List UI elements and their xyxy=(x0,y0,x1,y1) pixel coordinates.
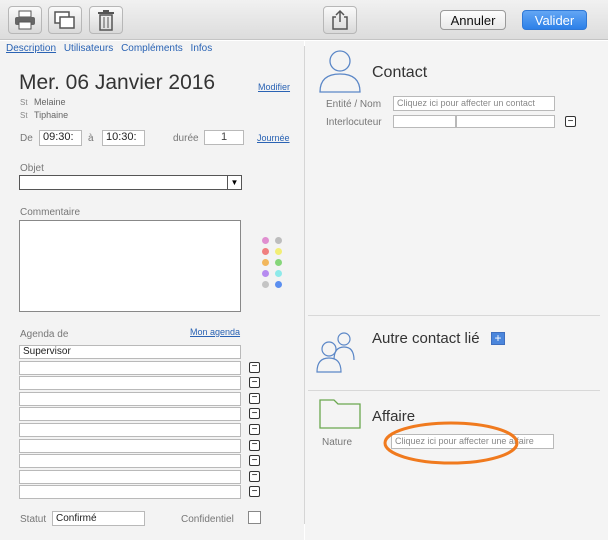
color-swatch[interactable] xyxy=(262,237,269,244)
chevron-down-icon[interactable]: ▼ xyxy=(227,176,241,189)
color-swatch[interactable] xyxy=(275,237,282,244)
delete-button[interactable] xyxy=(89,6,123,34)
minus-icon[interactable]: − xyxy=(249,486,260,498)
status-field[interactable]: Confirmé xyxy=(52,511,145,526)
tab-complements[interactable]: Compléments xyxy=(121,43,183,54)
comment-textarea[interactable] xyxy=(19,220,241,312)
day-link[interactable]: Journée xyxy=(257,133,290,143)
minus-icon[interactable]: − xyxy=(249,470,260,482)
agenda-row[interactable] xyxy=(19,360,241,375)
color-swatch[interactable] xyxy=(262,248,269,255)
object-label: Objet xyxy=(20,163,44,174)
agenda-row[interactable] xyxy=(19,423,241,437)
end-time-field[interactable]: 10:30: xyxy=(102,130,145,146)
highlight-ellipse xyxy=(383,421,519,465)
minus-icon[interactable]: − xyxy=(249,392,260,404)
section-divider xyxy=(308,315,600,316)
interlocutor-field-detail[interactable] xyxy=(456,115,555,128)
printer-icon xyxy=(15,10,35,30)
toolbar: Annuler Valider xyxy=(0,0,608,40)
participant-name: Tiphaine xyxy=(34,110,69,120)
interlocutor-label: Interlocuteur xyxy=(326,117,382,128)
agenda-row[interactable] xyxy=(19,391,241,406)
color-swatch[interactable] xyxy=(262,281,269,288)
duplicate-icon xyxy=(54,11,75,29)
folder-icon xyxy=(319,399,361,429)
agenda-label: Agenda de xyxy=(20,329,69,340)
other-contact-title: Autre contact lié xyxy=(372,330,480,347)
agenda-row[interactable] xyxy=(19,454,241,469)
agenda-row[interactable] xyxy=(19,376,241,391)
color-swatch[interactable] xyxy=(275,281,282,288)
duration-label: durée xyxy=(173,133,199,144)
entity-field[interactable]: Cliquez ici pour affecter un contact xyxy=(393,96,555,111)
entity-label: Entité / Nom xyxy=(326,99,382,110)
event-date: Mer. 06 Janvier 2016 xyxy=(19,71,216,94)
start-time-field[interactable]: 09:30: xyxy=(39,130,82,146)
color-swatch[interactable] xyxy=(262,270,269,277)
panel-divider xyxy=(304,46,305,524)
agenda-row[interactable] xyxy=(19,469,241,484)
cancel-button[interactable]: Annuler xyxy=(440,10,506,30)
highlight-ellipse-stroke xyxy=(383,421,519,465)
minus-icon[interactable]: − xyxy=(249,408,260,420)
participant-name: Melaine xyxy=(34,97,66,107)
agenda-row[interactable] xyxy=(19,485,241,500)
agenda-row[interactable] xyxy=(19,438,241,453)
comment-label: Commentaire xyxy=(20,207,81,218)
participant-prefix: St xyxy=(20,98,28,107)
contact-person-icon xyxy=(319,50,361,93)
contact-title: Contact xyxy=(372,64,428,81)
minus-icon[interactable]: − xyxy=(249,439,260,451)
minus-icon[interactable]: − xyxy=(565,116,576,127)
to-label: à xyxy=(88,133,94,144)
from-label: De xyxy=(20,133,33,144)
tab-bar: Description Utilisateurs Compléments Inf… xyxy=(6,43,217,54)
my-agenda-link[interactable]: Mon agenda xyxy=(190,327,240,337)
minus-icon[interactable]: − xyxy=(249,455,260,467)
color-swatch[interactable] xyxy=(262,259,269,266)
color-swatch[interactable] xyxy=(275,248,282,255)
confidential-checkbox[interactable] xyxy=(248,511,261,524)
tab-infos[interactable]: Infos xyxy=(191,43,213,54)
nature-label: Nature xyxy=(322,437,353,448)
minus-icon[interactable]: − xyxy=(249,361,260,373)
validate-button[interactable]: Valider xyxy=(522,10,587,30)
participant-prefix: St xyxy=(20,111,28,120)
status-label: Statut xyxy=(20,514,47,525)
plus-icon[interactable]: + xyxy=(491,332,505,345)
share-button[interactable] xyxy=(323,6,357,34)
agenda-row[interactable]: Supervisor xyxy=(19,345,241,359)
tab-utilisateurs[interactable]: Utilisateurs xyxy=(64,43,113,54)
print-button[interactable] xyxy=(8,6,42,34)
trash-icon xyxy=(98,10,114,31)
modify-link[interactable]: Modifier xyxy=(258,82,290,92)
agenda-row[interactable] xyxy=(19,407,241,422)
minus-icon[interactable]: − xyxy=(249,424,260,435)
color-swatch[interactable] xyxy=(275,259,282,266)
minus-icon[interactable]: − xyxy=(249,377,260,389)
linked-contacts-icon xyxy=(316,332,355,373)
interlocutor-field[interactable] xyxy=(393,115,456,128)
share-icon xyxy=(332,9,348,30)
confidential-label: Confidentiel xyxy=(181,514,234,525)
section-divider xyxy=(308,390,600,391)
duplicate-button[interactable] xyxy=(48,6,82,34)
tab-description[interactable]: Description xyxy=(6,43,56,54)
color-swatch[interactable] xyxy=(275,270,282,277)
duration-field[interactable]: 1 xyxy=(204,130,244,145)
object-select[interactable] xyxy=(19,175,242,190)
